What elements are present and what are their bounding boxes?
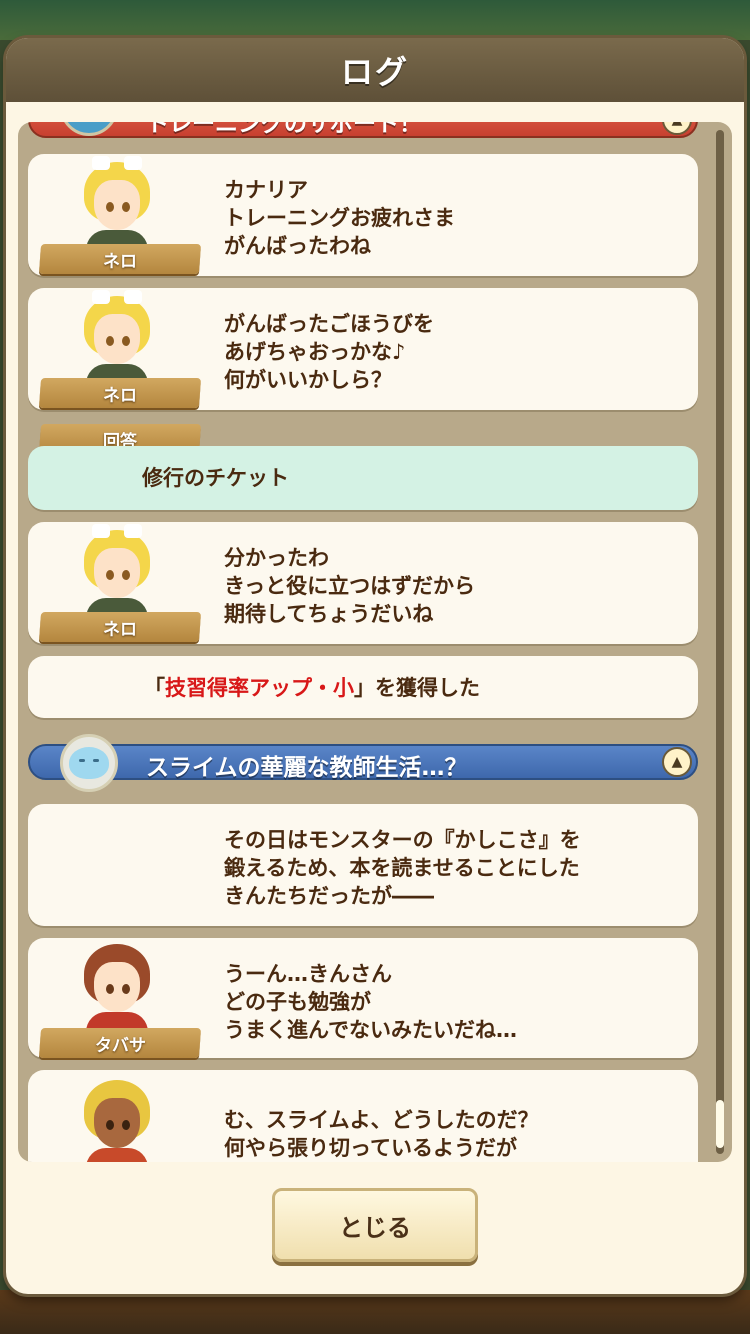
- up-triangle-icon[interactable]: ▲: [662, 747, 692, 777]
- dialog-header: ログ: [6, 38, 744, 102]
- log-entry-answer: 修行のチケット: [28, 446, 698, 510]
- answer-text: 修行のチケット: [142, 466, 289, 490]
- message-line: その日はモンスターの『かしこさ』を: [224, 828, 581, 852]
- message-line: トレーニングお疲れさま: [224, 206, 455, 230]
- narration-text: その日はモンスターの『かしこさ』を 鍛えるため、本を読ませることにした きんたち…: [224, 826, 581, 910]
- close-button-label: とじる: [339, 1213, 411, 1242]
- message-line: うーん…きんさん: [224, 962, 392, 986]
- message-text: がんばったごほうびを あげちゃおっかな♪ 何がいいかしら？: [224, 310, 434, 394]
- log-entry-dialogue: タバサ うーん…きんさん どの子も勉強が うまく進んでないみたいだね…: [28, 938, 698, 1058]
- acquired-text: 「技習得率アップ・小」を獲得した: [144, 674, 480, 702]
- dialog-title: ログ: [340, 53, 409, 91]
- message-line: がんばったわね: [224, 234, 371, 258]
- speaker-nameplate: ネロ: [38, 612, 202, 642]
- avatar-nero: [76, 156, 158, 254]
- message-line: どの子も勉強が: [224, 990, 371, 1014]
- close-button[interactable]: とじる: [272, 1188, 478, 1262]
- acquired-prefix: 「: [144, 676, 165, 700]
- message-line: うまく進んでないみたいだね…: [224, 1018, 517, 1042]
- log-entry-dialogue: ネロ がんばったごほうびを あげちゃおっかな♪ 何がいいかしら？: [28, 288, 698, 410]
- speaker-nameplate: ネロ: [38, 378, 202, 408]
- speaker-nameplate: タバサ: [38, 1028, 202, 1058]
- acquired-item: 技習得率アップ・小: [165, 676, 354, 700]
- avatar-nero: [76, 290, 158, 388]
- scrollbar[interactable]: [716, 130, 724, 1154]
- log-entry-dialogue: む、スライムよ、どうしたのだ？ 何やら張り切っているようだが: [28, 1070, 698, 1162]
- log-entry-dialogue: ネロ カナリア トレーニングお疲れさま がんばったわね: [28, 154, 698, 276]
- avatar-tabasa: [76, 938, 158, 1036]
- acquired-suffix: 」を獲得した: [354, 676, 480, 700]
- log-entry-acquired: 「技習得率アップ・小」を獲得した: [28, 656, 698, 718]
- message-line: きんたちだったが――: [224, 884, 434, 908]
- log-entry-narration: その日はモンスターの『かしこさ』を 鍛えるため、本を読ませることにした きんたち…: [28, 804, 698, 926]
- message-line: がんばったごほうびを: [224, 312, 434, 336]
- message-line: 何がいいかしら？: [224, 368, 392, 392]
- game-background-bottom: [0, 1290, 750, 1334]
- message-text: カナリア トレーニングお疲れさま がんばったわね: [224, 176, 455, 260]
- section-title: トレーニングのサポート！: [146, 122, 422, 137]
- slime-icon: [60, 734, 118, 792]
- message-text: 分かったわ きっと役に立つはずだから 期待してちょうだいね: [224, 544, 475, 628]
- message-line: む、スライムよ、どうしたのだ？: [224, 1108, 539, 1132]
- message-line: 何やら張り切っているようだが: [224, 1136, 517, 1160]
- message-line: 期待してちょうだいね: [224, 602, 434, 626]
- speaker-name: ネロ: [103, 385, 137, 406]
- message-line: きっと役に立つはずだから: [224, 574, 475, 598]
- avatar-blonde-man: [76, 1074, 158, 1162]
- speaker-name: ネロ: [103, 619, 137, 640]
- log-entry-dialogue: ネロ 分かったわ きっと役に立つはずだから 期待してちょうだいね: [28, 522, 698, 644]
- speaker-nameplate: ネロ: [38, 244, 202, 274]
- scrollbar-thumb[interactable]: [716, 1100, 724, 1148]
- game-background-top: [0, 0, 750, 40]
- avatar-nero: [76, 524, 158, 622]
- message-line: 分かったわ: [224, 546, 329, 570]
- up-triangle-icon[interactable]: ▲: [662, 122, 692, 135]
- log-dialog: ログ トレーニングのサポート！ ▲ ネロ カナリア トレーニングお疲れさま がん…: [6, 38, 744, 1294]
- speaker-name: タバサ: [94, 1035, 146, 1056]
- section-header-slime[interactable]: スライムの華麗な教師生活…？ ▲: [28, 734, 698, 792]
- section-header-training[interactable]: トレーニングのサポート！ ▲: [28, 122, 698, 138]
- message-line: カナリア: [224, 178, 308, 202]
- message-line: あげちゃおっかな♪: [224, 340, 406, 364]
- message-text: む、スライムよ、どうしたのだ？ 何やら張り切っているようだが: [224, 1106, 539, 1162]
- message-text: うーん…きんさん どの子も勉強が うまく進んでないみたいだね…: [224, 960, 517, 1044]
- message-line: 鍛えるため、本を読ませることにした: [224, 856, 580, 880]
- section-icon-water: [60, 122, 118, 136]
- section-title: スライムの華麗な教師生活…？: [146, 755, 468, 781]
- speaker-name: ネロ: [103, 251, 137, 272]
- log-scroll-area[interactable]: トレーニングのサポート！ ▲ ネロ カナリア トレーニングお疲れさま がんばった…: [18, 122, 732, 1162]
